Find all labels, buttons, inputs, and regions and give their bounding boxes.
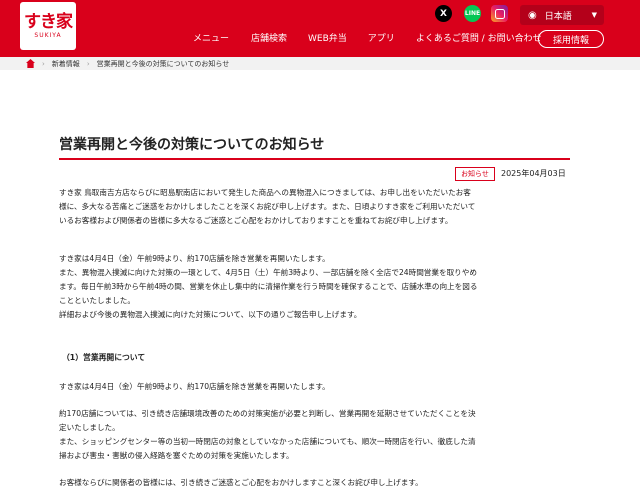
globe-icon: ◉ (528, 9, 537, 21)
nav-item-web-bento[interactable]: WEB弁当 (308, 33, 347, 45)
nav-item-menu[interactable]: メニュー (193, 33, 229, 45)
section-lead: すき家は4月4日（金）午前9時より、約170店舗を除き営業を再開いたします。 (59, 382, 330, 391)
section-heading: （1）営業再開について (62, 353, 146, 362)
summary-line: ます。毎日午前3時から午前4時の間、営業を休止し集中的に清掃作業を行う時間を確保… (59, 282, 478, 291)
intro-line: すき家 鳥取南吉方店ならびに昭島駅南店において発生した商品への異物混入につきまし… (59, 188, 471, 197)
breadcrumb-current: 営業再開と今後の対策についてのお知らせ (96, 59, 230, 68)
nav-item-store-search[interactable]: 店舗検索 (251, 33, 287, 45)
line-icon[interactable]: LINE (464, 5, 481, 22)
intro-line: 様に、多大なる苦痛とご迷惑をおかけしましたことを深くお詫び申し上げます。また、日… (59, 202, 476, 211)
section-detail-line: 定いたしました。 (59, 423, 120, 432)
main-nav: メニュー 店舗検索 WEB弁当 アプリ よくあるご質問 / お問い合わせ (190, 33, 542, 45)
chevron-right-icon: › (86, 59, 90, 68)
section-detail-line: 約170店舗については、引き続き店舗環境改善のための対策実施が必要と判断し、営業… (59, 409, 476, 418)
logo-text: すき家 (24, 12, 73, 32)
publish-date: 2025年04月03日 (501, 169, 566, 178)
home-icon[interactable] (26, 59, 35, 68)
section-detail-line: 掃および害虫・害獣の侵入経路を塞ぐための対策を実施いたします。 (59, 451, 294, 460)
section-detail-line: また、ショッピングセンター等の当初一時閉店の対象としていなかった店舗についても、… (59, 437, 476, 446)
language-label: 日本語 (544, 11, 572, 22)
nav-item-app[interactable]: アプリ (368, 33, 395, 45)
category-tag: お知らせ (455, 167, 495, 181)
site-header: すき家 SUKIYA X LINE ◉ 日本語 ▼ メニュー 店舗検索 WEB弁… (0, 0, 640, 57)
summary-line: また、異物混入撲滅に向けた対策の一環として、4月5日（土）午前3時より、一部店舗… (59, 268, 477, 277)
breadcrumb-news[interactable]: 新着情報 (52, 59, 80, 69)
line-icon-glyph: LINE (464, 10, 481, 17)
closing-line: お客様ならびに関係者の皆様には、引き続きご迷惑とご心配をおかけしますこと深くお詫… (59, 478, 423, 487)
nav-item-faq-contact[interactable]: よくあるご質問 / お問い合わせ (416, 33, 542, 45)
x-icon[interactable]: X (435, 5, 452, 22)
intro-line: いるお客様および関係者の皆様に多大なるご迷惑とご心配をおかけしておりますことを重… (59, 216, 453, 225)
sukiya-logo[interactable]: すき家 SUKIYA (20, 2, 76, 50)
page-title: 営業再開と今後の対策についてのお知らせ (59, 137, 325, 153)
chevron-down-icon: ▼ (591, 11, 597, 19)
breadcrumb: › 新着情報 › 営業再開と今後の対策についてのお知らせ (0, 57, 640, 70)
chevron-right-icon: › (42, 59, 45, 68)
summary-line: ことといたしました。 (59, 296, 135, 305)
instagram-icon[interactable] (491, 5, 508, 22)
logo-subtext: SUKIYA (34, 32, 62, 39)
language-selector[interactable]: ◉ 日本語 ▼ (520, 5, 604, 25)
summary-line: すき家は4月4日（金）午前9時より、約170店舗を除き営業を再開いたします。 (59, 254, 330, 263)
x-icon-glyph: X (440, 8, 447, 19)
title-divider (59, 158, 570, 160)
recruit-button[interactable]: 採用情報 (538, 30, 604, 48)
summary-line: 詳細および今後の異物混入撲滅に向けた対策について、以下の通りご報告申し上げます。 (59, 310, 362, 319)
